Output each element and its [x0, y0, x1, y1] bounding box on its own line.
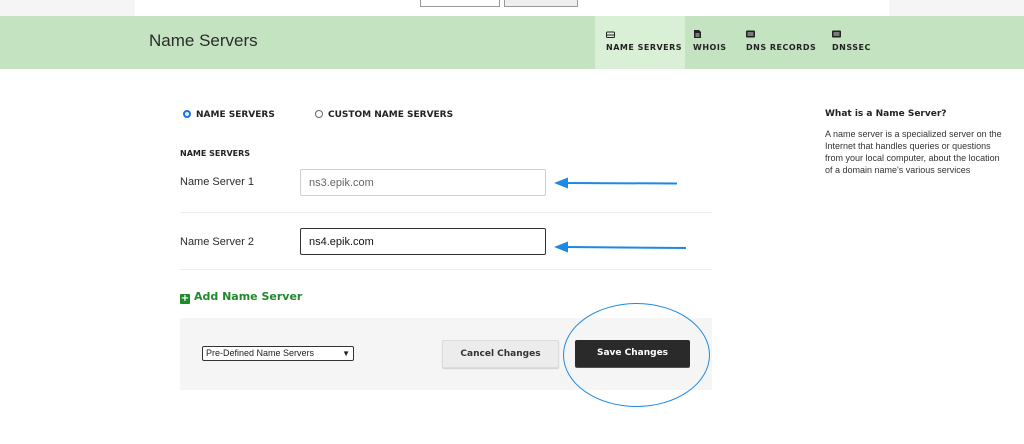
- select-value: Pre-Defined Name Servers: [206, 348, 315, 358]
- tab-label: WHOIS: [693, 43, 727, 52]
- page-title: Name Servers: [149, 31, 258, 50]
- radio-label: CUSTOM NAME SERVERS: [328, 110, 454, 120]
- page-header: Name Servers NAME SERVERS WHOIS DNS RECO…: [0, 16, 1024, 69]
- document-icon: [694, 30, 701, 38]
- tab-label: NAME SERVERS: [606, 43, 683, 52]
- list-icon: [746, 30, 755, 38]
- radio-label: NAME SERVERS: [196, 110, 275, 120]
- radio-custom-name-servers[interactable]: CUSTOM NAME SERVERS: [315, 110, 453, 120]
- radio-name-servers[interactable]: NAME SERVERS: [183, 110, 275, 120]
- clipped-button[interactable]: [504, 0, 578, 7]
- name-server-1-input[interactable]: [300, 169, 546, 196]
- tab-name-servers[interactable]: NAME SERVERS: [595, 16, 685, 69]
- name-server-2-label: Name Server 2: [180, 236, 254, 248]
- section-label: NAME SERVERS: [180, 149, 251, 158]
- top-strip: [0, 0, 1024, 16]
- add-name-server-label: Add Name Server: [194, 290, 303, 303]
- radio-button[interactable]: [315, 110, 323, 118]
- plus-icon: +: [180, 293, 190, 304]
- cancel-changes-button[interactable]: Cancel Changes: [442, 340, 559, 368]
- tab-dns-records[interactable]: DNS RECORDS: [746, 16, 818, 69]
- add-name-server-link[interactable]: + Add Name Server: [180, 290, 302, 304]
- drive-icon: [606, 31, 615, 38]
- tab-label: DNSSEC: [832, 43, 871, 52]
- annotation-arrow: [554, 177, 678, 189]
- divider: [180, 212, 712, 213]
- chevron-down-icon: ▼: [342, 349, 350, 358]
- name-server-2-input[interactable]: [300, 228, 546, 255]
- tab-dnssec[interactable]: DNSSEC: [832, 16, 882, 69]
- clipped-input[interactable]: [420, 0, 500, 7]
- predefined-name-servers-select[interactable]: Pre-Defined Name Servers ▼: [202, 346, 354, 361]
- tab-whois[interactable]: WHOIS: [693, 16, 733, 69]
- annotation-arrow: [554, 241, 687, 253]
- info-title: What is a Name Server?: [825, 109, 947, 119]
- radio-button[interactable]: [183, 110, 191, 118]
- tab-label: DNS RECORDS: [746, 43, 817, 52]
- annotation-circle: [563, 303, 710, 407]
- divider: [180, 269, 712, 270]
- list-icon: [832, 30, 841, 38]
- name-server-1-label: Name Server 1: [180, 176, 254, 188]
- info-body: A name server is a specialized server on…: [825, 129, 1002, 175]
